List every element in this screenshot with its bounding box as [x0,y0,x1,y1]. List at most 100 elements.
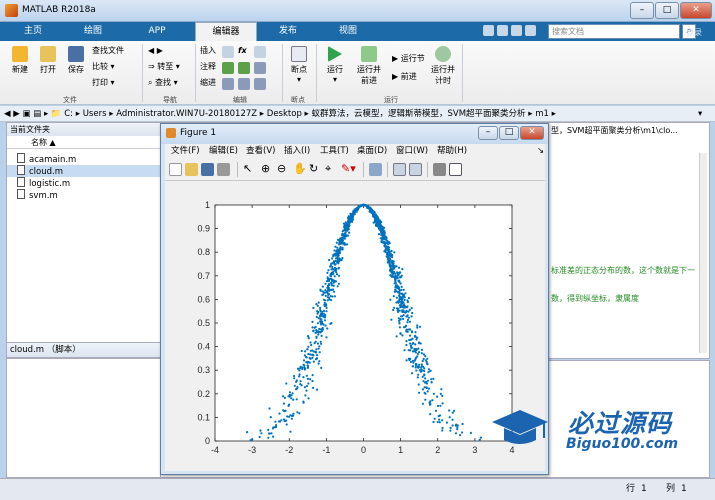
rotate-3d-icon[interactable]: ↻ [309,162,318,175]
open-file-icon[interactable] [185,163,198,176]
data-point [427,371,430,374]
decrease-indent-icon[interactable] [254,78,266,90]
data-point [304,350,307,353]
figure-minimize-button[interactable]: – [478,126,498,140]
file-item[interactable]: logistic.m [17,177,70,189]
data-cursor-icon[interactable]: ⌖ [325,162,331,176]
tab-home[interactable]: 主页 [10,22,56,41]
close-button[interactable]: ✕ [680,2,712,19]
menu-file[interactable]: 文件(F) [171,144,200,159]
nav-arrows-icon[interactable]: ◀ ▶ ▣ ▤ ▸ [0,109,48,119]
goto-button[interactable]: ⇒ 转至 ▾ [148,60,180,74]
menu-view[interactable]: 查看(V) [246,144,275,159]
menu-window[interactable]: 窗口(W) [396,144,428,159]
insert-section-icon[interactable] [222,46,234,58]
file-item-selected[interactable]: cloud.m [7,165,161,177]
breadcrumb[interactable]: C: ▸ Users ▸ Administrator.WIN7U-2018012… [64,109,556,119]
run-button[interactable]: 运行 ▾ [322,46,348,84]
open-button[interactable]: 打开 [34,46,62,75]
details-header[interactable]: cloud.m （脚本） [6,342,162,358]
data-point [398,326,401,329]
figure-close-button[interactable]: ✕ [520,126,544,140]
maximize-button[interactable]: □ [655,2,679,19]
minimize-button[interactable]: – [630,2,654,19]
brush-icon[interactable]: ✎▾ [341,162,356,175]
data-point [310,353,314,356]
x-tick-label: 0 [361,445,366,455]
save-quick-icon[interactable] [483,25,494,36]
tab-publish[interactable]: 发布 [265,22,311,41]
data-point [448,409,451,412]
print-figure-icon[interactable] [217,163,230,176]
data-point [421,375,424,378]
menu-insert[interactable]: 插入(I) [284,144,310,159]
menu-help[interactable]: 帮助(H) [437,144,467,159]
tab-apps[interactable]: APP [134,22,180,41]
menu-edit[interactable]: 编辑(E) [209,144,238,159]
login-link[interactable]: 登录 [686,27,702,38]
file-item[interactable]: acamain.m [17,153,76,165]
legend-icon[interactable] [409,163,422,176]
pan-hand-icon[interactable]: ✋ [293,162,307,175]
data-point [282,402,285,405]
name-column-header[interactable]: 名称 ▲ [7,137,163,149]
path-dropdown-icon[interactable]: ▾ [698,106,702,122]
comment-button[interactable]: 注释 [200,60,216,74]
save-figure-icon[interactable] [201,163,214,176]
help-quick-icon[interactable] [525,25,536,36]
scatter-plot[interactable]: -4 -3 -2 -1 0 1 2 3 400.10.20.30.40.50.60.70.80.… [165,181,545,471]
folder-open-icon [40,46,56,62]
breakpoints-button[interactable]: 断点 ▾ [286,46,312,84]
nav-back-forward[interactable]: ◀ ▶ [148,44,163,58]
menu-dock-icon[interactable]: ↘ [537,144,544,159]
show-plot-tools-icon[interactable] [449,163,462,176]
run-section-button[interactable]: ▶ 运行节 [392,52,425,66]
data-point [329,265,332,268]
advance-button[interactable]: ▶ 前进 [392,70,417,84]
menu-tools[interactable]: 工具(T) [320,144,349,159]
data-point [307,335,310,338]
new-button[interactable]: 新建 [6,46,34,75]
zoom-out-icon[interactable]: ⊖ [277,162,286,175]
insert-function-icon[interactable] [254,46,266,58]
y-tick-label: 1 [205,200,210,210]
find-button[interactable]: ⌕ 查找 ▾ [148,76,178,90]
undo-quick-icon[interactable] [511,25,522,36]
stopwatch-icon [435,46,451,62]
colorbar-icon[interactable] [393,163,406,176]
uncomment-icon[interactable] [238,62,250,74]
tab-view[interactable]: 视图 [325,22,371,41]
data-point [417,373,420,376]
comment-icon[interactable] [222,62,234,74]
save-button[interactable]: 保存 [62,46,90,75]
run-and-advance-button[interactable]: 运行并前进 [354,46,384,86]
increase-indent-icon[interactable] [238,78,250,90]
editor-tab-title[interactable]: 型，SVM超平面聚类分析\m1\clo... [551,125,678,136]
wrap-icon[interactable] [254,62,266,74]
print-button[interactable]: 打印 ▾ [92,76,115,90]
smart-indent-icon[interactable] [222,78,234,90]
cut-quick-icon[interactable] [497,25,508,36]
indent-button[interactable]: 缩进 [200,76,216,90]
file-item[interactable]: svm.m [17,189,58,201]
editor-scrollbar[interactable] [699,153,707,353]
data-point [298,369,301,372]
address-bar[interactable]: ◀ ▶ ▣ ▤ ▸ 📁 C: ▸ Users ▸ Administrator.W… [0,106,715,122]
tab-plots[interactable]: 绘图 [70,22,116,41]
pointer-icon[interactable]: ↖ [243,162,252,175]
insert-button[interactable]: 插入 [200,44,216,58]
hide-plot-tools-icon[interactable] [433,163,446,176]
tab-editor[interactable]: 编辑器 [195,22,257,41]
run-and-time-button[interactable]: 运行并计时 [428,46,458,86]
zoom-in-icon[interactable]: ⊕ [261,162,270,175]
new-figure-icon[interactable] [169,163,182,176]
compare-button[interactable]: 比较 ▾ [92,60,115,74]
menu-desktop[interactable]: 桌面(D) [357,144,387,159]
figure-maximize-button[interactable]: □ [499,126,519,140]
link-plot-icon[interactable] [369,163,382,176]
data-point [344,231,347,234]
find-files-button[interactable]: 查找文件 [92,44,124,58]
search-docs-input[interactable]: 搜索文档 [548,24,680,39]
data-point [410,307,413,310]
data-point [327,286,330,289]
